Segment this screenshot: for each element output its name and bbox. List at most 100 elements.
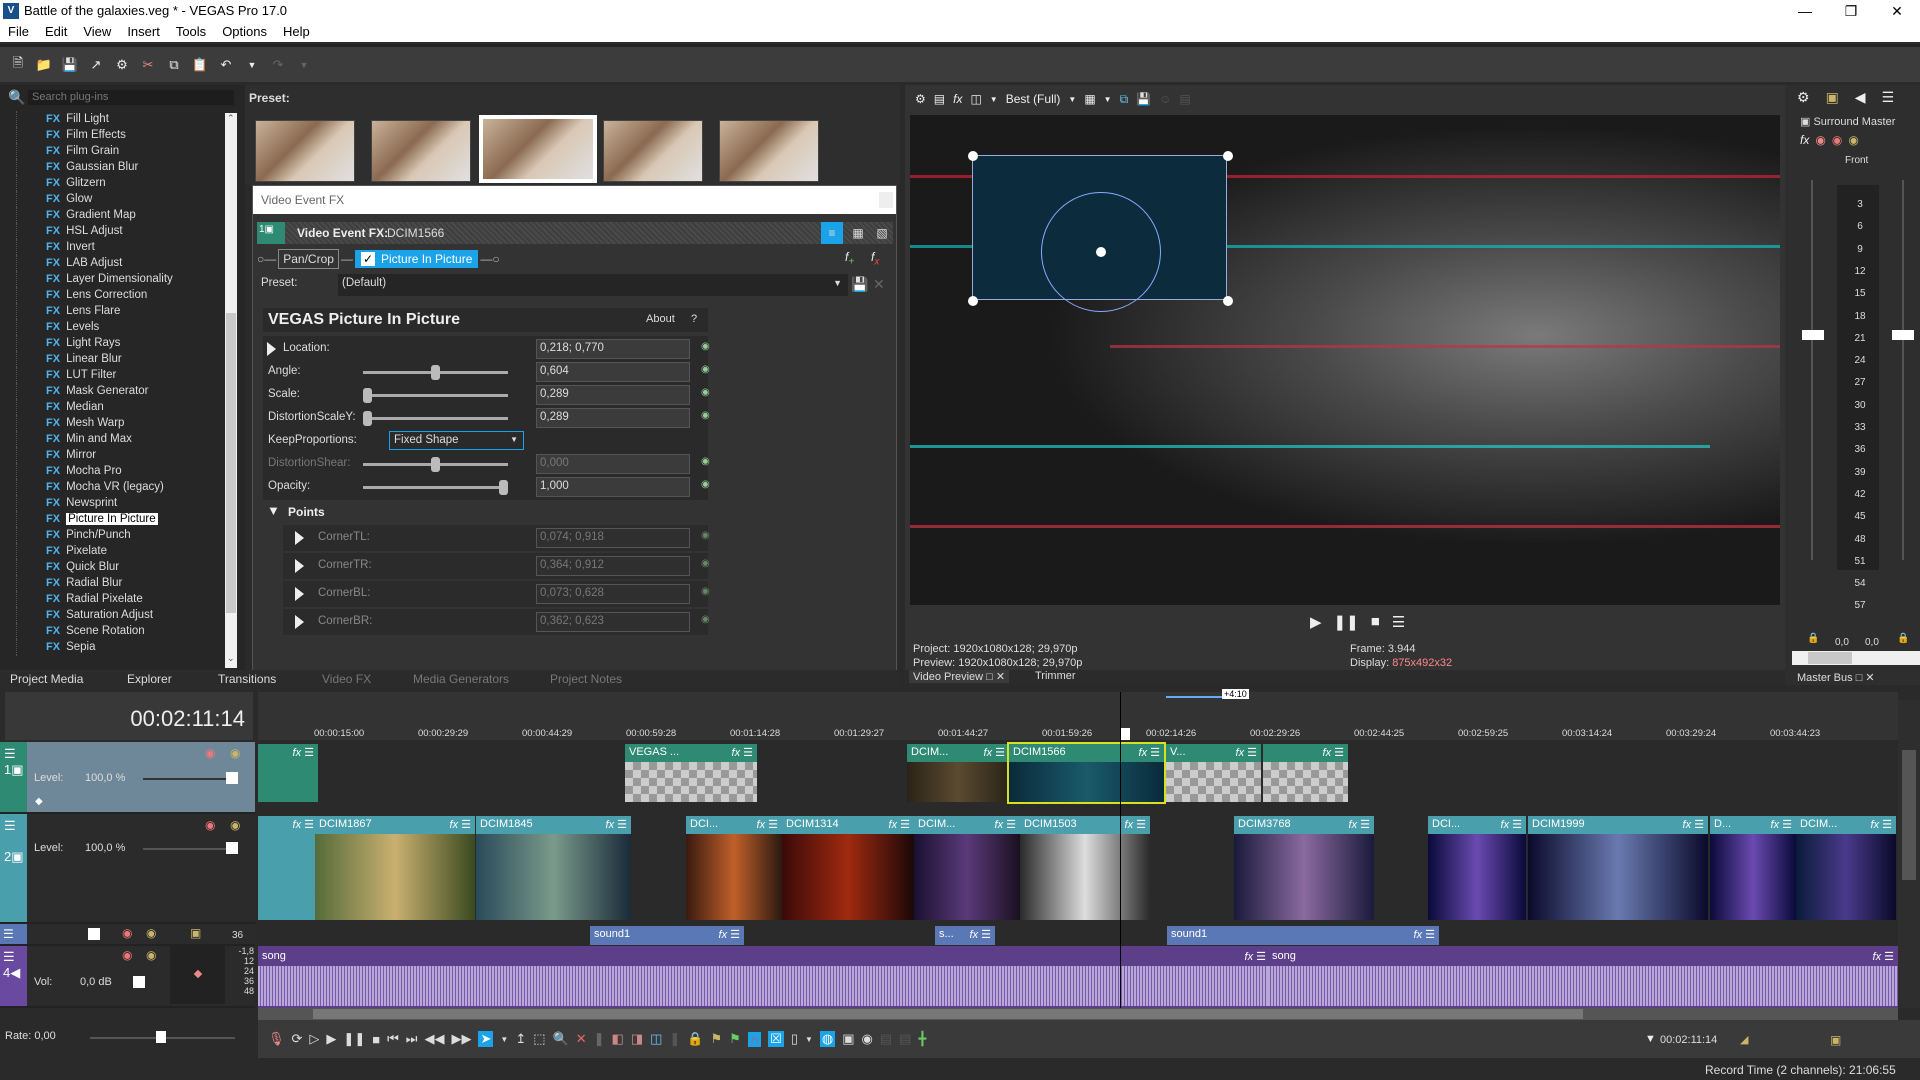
remove-fx-icon[interactable]: fx [871, 250, 879, 267]
param-value[interactable]: 0,289 [536, 385, 690, 405]
tab-master-bus[interactable]: Master Bus □ ✕ [1797, 671, 1875, 684]
preset-thumbnail[interactable] [603, 120, 703, 182]
event-fx-icon[interactable]: fx [889, 819, 898, 831]
mute-icon[interactable]: ◉ [205, 746, 215, 760]
plugin-item[interactable]: FX Lens Correction [0, 287, 225, 303]
quality-dropdown-icon[interactable]: ▼ [1068, 95, 1076, 104]
timeline-event[interactable]: sound1 fx ☰ [1167, 926, 1439, 945]
split-dropdown-icon[interactable]: ▼ [990, 95, 998, 104]
level-slider[interactable] [143, 848, 235, 850]
event-fx-icon[interactable]: fx [1414, 929, 1423, 941]
pan-position[interactable] [193, 969, 203, 979]
copy-icon[interactable]: ⧉ [164, 55, 184, 75]
surround-pan-icon[interactable]: ▣ [1826, 89, 1839, 106]
event-controls[interactable]: fx ☰ [732, 746, 753, 759]
plugin-item[interactable]: FX Lens Flare [0, 303, 225, 319]
keyframe-icon[interactable]: ◆ [35, 796, 43, 807]
event-fx-icon[interactable]: fx [1323, 747, 1332, 759]
timeline-event[interactable]: DCIM1314 fx ☰ [782, 816, 914, 920]
timeline-event[interactable]: fx ☰ [258, 744, 318, 802]
add-fx-icon[interactable]: f+ [845, 250, 854, 267]
zoom-tool-icon[interactable]: 🔍 [553, 1031, 569, 1047]
event-fx-icon[interactable]: fx [757, 819, 766, 831]
point-value[interactable]: 0,074; 0,918 [536, 528, 690, 548]
trim-end-icon[interactable]: ◨ [631, 1031, 643, 1047]
plugin-item[interactable]: FX Mirror [0, 447, 225, 463]
plugin-list-scrollbar[interactable]: ⌃ ⌄ [225, 113, 237, 668]
timeline-event[interactable]: V... fx ☰ [1166, 744, 1261, 802]
event-fx-icon[interactable]: fx [1349, 819, 1358, 831]
timeline-event[interactable]: DCI... fx ☰ [686, 816, 782, 920]
menu-tools[interactable]: Tools [168, 22, 214, 42]
chain-item-picture-in-picture[interactable]: ✓ Picture In Picture [354, 250, 479, 268]
point-value[interactable]: 0,362; 0,623 [536, 612, 690, 632]
event-controls[interactable]: fx ☰ [1683, 818, 1704, 831]
ripple-edit-icon[interactable]: ▯ [791, 1031, 798, 1047]
insert-region-icon[interactable]: ⚑ [729, 1031, 741, 1047]
menu-edit[interactable]: Edit [37, 22, 75, 42]
settings-gear-icon[interactable]: ⚙ [112, 55, 132, 75]
plugin-item[interactable]: FX Pixelate [0, 543, 225, 559]
solo-icon[interactable]: ◉ [230, 818, 240, 832]
preset-thumbnail[interactable] [719, 120, 819, 182]
ignore-grouping-icon[interactable]: ▣ [842, 1031, 854, 1047]
timeline-event[interactable]: song fx ☰ [258, 948, 1270, 1006]
tab-media-generators[interactable]: Media Generators [413, 672, 509, 686]
track-lane-3[interactable] [258, 924, 1898, 946]
timeline-event[interactable]: D... fx ☰ [1710, 816, 1796, 920]
lock-icon[interactable]: 🔒 [687, 1031, 703, 1047]
chain-item-pan-crop[interactable]: Pan/Crop [278, 249, 339, 269]
param-slider[interactable] [363, 411, 508, 426]
plugin-item[interactable]: FX Median [0, 399, 225, 415]
menu-view[interactable]: View [75, 22, 119, 42]
plugin-item[interactable]: FX Glow [0, 191, 225, 207]
slider-knob[interactable] [499, 480, 508, 495]
surround-pan-icon[interactable]: ▣ [190, 926, 201, 940]
track-header-3[interactable]: ☰ ◉ ◉ ▣ 36 [0, 924, 255, 946]
list-view-icon[interactable]: ≡ [821, 222, 843, 244]
animate-keyframe-icon[interactable]: ◉ [701, 341, 715, 355]
loop-playback-icon[interactable]: ⟳ [292, 1031, 303, 1047]
timeline-event[interactable]: DCIM1566 fx ☰ [1007, 742, 1166, 804]
new-file-icon[interactable]: 🗎 [8, 55, 28, 75]
plugin-item[interactable]: FX Gradient Map [0, 207, 225, 223]
slider-knob[interactable] [431, 365, 440, 380]
downmix-icon[interactable]: ◀ [1855, 89, 1866, 106]
plugin-item[interactable]: FX Fill Light [0, 111, 225, 127]
event-fx-icon[interactable]: fx [1871, 819, 1880, 831]
plugin-item[interactable]: FX Scene Rotation [0, 623, 225, 639]
open-folder-icon[interactable]: 📁 [34, 55, 54, 75]
grid-large-view-icon[interactable]: ▧ [871, 222, 893, 244]
expand-icon[interactable] [295, 615, 304, 629]
external-monitor-icon[interactable]: ▤ [934, 92, 945, 106]
timeline-event[interactable]: DCIM1867 fx ☰ [315, 816, 475, 920]
plugin-item[interactable]: FX Film Grain [0, 143, 225, 159]
save-icon[interactable]: 💾 [60, 55, 80, 75]
plugin-item[interactable]: FX Pinch/Punch [0, 527, 225, 543]
event-controls[interactable]: fx ☰ [606, 818, 627, 831]
overlays-dropdown-icon[interactable]: ▼ [1104, 95, 1112, 104]
event-controls[interactable]: fx ☰ [1349, 818, 1370, 831]
menu-file[interactable]: File [0, 22, 37, 42]
delete-preset-icon[interactable]: ✕ [873, 276, 885, 293]
event-fx-icon[interactable]: fx [293, 819, 302, 831]
record-icon[interactable]: 🎙 [268, 1031, 285, 1047]
mute-icon[interactable]: ◉ [205, 818, 215, 832]
tab-project-media[interactable]: Project Media [10, 672, 83, 686]
preset-thumbnail[interactable] [255, 120, 355, 182]
mute-icon[interactable]: ◉ [1832, 133, 1842, 147]
plugin-search-input[interactable]: Search plug-ins [28, 90, 234, 105]
stop-icon[interactable]: ■ [372, 1032, 380, 1047]
layout-icon[interactable]: ▣ [1830, 1033, 1841, 1047]
solo-icon[interactable]: ◉ [230, 746, 240, 760]
point-value[interactable]: 0,364; 0,912 [536, 556, 690, 576]
event-controls[interactable]: fx ☰ [1125, 818, 1146, 831]
animate-keyframe-icon[interactable]: ◉ [701, 410, 715, 424]
track-header-2[interactable]: ☰ 2▣ ◉ ◉ Level: 100,0 % [0, 814, 255, 924]
event-fx-icon[interactable]: fx [606, 819, 615, 831]
event-fx-icon[interactable]: fx [1245, 951, 1254, 963]
plugin-item[interactable]: FX Light Rays [0, 335, 225, 351]
menu-icon[interactable]: ☰ [1392, 613, 1405, 631]
close-button[interactable]: ✕ [1874, 0, 1920, 22]
lock-envelopes-icon[interactable]: ◍ [819, 1031, 836, 1047]
